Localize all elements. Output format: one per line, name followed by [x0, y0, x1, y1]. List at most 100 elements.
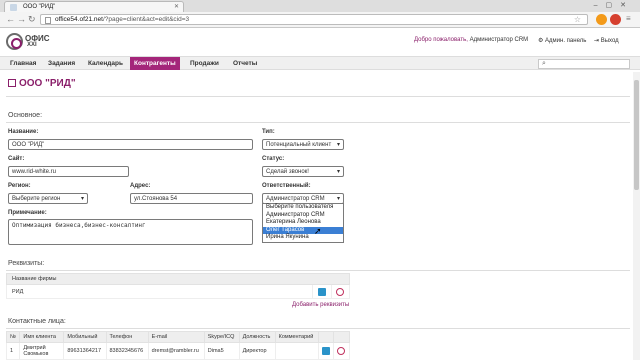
column-header: Skype/ICQ [203, 331, 240, 343]
url-domain: office54.of21.net [55, 16, 103, 23]
chevron-down-icon: ▾ [336, 196, 340, 202]
table-header-row: № Имя клиента Мобильный Телефон E-mail S… [5, 331, 350, 343]
column-header: Комментарий [274, 331, 319, 343]
address-label: Адрес: [130, 183, 151, 189]
status-select[interactable]: Сделай звонок! ▾ [262, 166, 344, 177]
menu-item-tasks[interactable]: Задания [44, 57, 79, 70]
main-menu: Главная Задания Календарь Контрагенты Пр… [0, 56, 640, 70]
contacts-table: № Имя клиента Мобильный Телефон E-mail S… [5, 331, 350, 360]
extension-icon[interactable] [596, 14, 607, 25]
search-icon: ⌕ [542, 60, 546, 67]
section-requisites: Реквизиты: [8, 260, 45, 267]
region-label: Регион: [8, 183, 31, 189]
table-cell: Директор [238, 342, 276, 360]
close-tab-icon[interactable]: ✕ [174, 3, 179, 10]
welcome-text: Добро пожаловать, Администратор CRM [414, 37, 528, 43]
browser-tab[interactable]: ООО "РИД" ✕ [4, 1, 184, 12]
name-input[interactable]: ООО "РИД" [8, 139, 253, 150]
table-row: РИД [5, 284, 351, 299]
browser-tabbar: ООО "РИД" ✕ –▢✕ [0, 0, 640, 12]
reload-icon[interactable]: ↻ [28, 14, 36, 25]
table-cell: 1 [5, 342, 21, 360]
dropdown-option-highlighted[interactable]: Олег Тарасов [263, 226, 343, 234]
type-label: Тип: [262, 129, 275, 135]
logout-label: Выход [600, 38, 619, 44]
menu-item-sales[interactable]: Продажи [186, 57, 223, 70]
dropdown-option[interactable]: Выберите пользователя [263, 204, 343, 212]
menu-item-home[interactable]: Главная [6, 57, 40, 70]
table-cell: 89631364217 [63, 342, 107, 360]
table-cell: 83832345676 [105, 342, 149, 360]
logout-link[interactable]: ⇥ Выход [594, 37, 619, 44]
bookmark-star-icon[interactable]: ☆ [574, 15, 581, 24]
column-header: № [5, 331, 21, 343]
current-user[interactable]: Администратор CRM [470, 37, 529, 43]
status-value: Сделай звонок! [266, 169, 309, 175]
delete-icon[interactable] [336, 287, 345, 296]
address-input[interactable]: ул.Стоянова 54 [130, 193, 253, 204]
welcome-label: Добро пожаловать, [414, 37, 468, 43]
extension-icon[interactable] [610, 14, 621, 25]
requisites-header: Название фирмы [6, 273, 350, 285]
note-label: Примечание: [8, 210, 47, 216]
chevron-down-icon: ▾ [336, 169, 340, 175]
search-input[interactable]: ⌕ [538, 59, 630, 69]
page-scrollbar[interactable] [633, 72, 640, 360]
menu-item-reports[interactable]: Отчеты [229, 57, 261, 70]
dropdown-option[interactable]: Екатерина Леонова [263, 219, 343, 227]
requisites-cell: РИД [5, 284, 314, 299]
tab-title: ООО "РИД" [23, 4, 56, 10]
region-select[interactable]: Выберите регион ▾ [8, 193, 88, 204]
table-cell [274, 342, 319, 360]
delete-icon[interactable] [337, 347, 346, 355]
divider [6, 122, 630, 123]
add-requisites-link[interactable]: Добавить реквизиты [292, 302, 349, 308]
site-input[interactable]: www.rid-white.ru [8, 166, 129, 177]
name-label: Название: [8, 129, 39, 135]
company-icon [8, 79, 16, 87]
favicon-icon [10, 4, 17, 11]
admin-panel-link[interactable]: ⚙ Админ. панель [538, 37, 586, 44]
responsible-label: Ответственный: [262, 183, 311, 189]
divider [6, 96, 630, 97]
logo[interactable]: ОФИС XXI [6, 33, 50, 51]
logo-subtext: XXI [27, 42, 37, 48]
mouse-cursor-icon: ➚ [314, 226, 322, 236]
column-header: Должность [238, 331, 276, 343]
divider [6, 270, 630, 271]
window-controls[interactable]: –▢✕ [594, 1, 634, 9]
scrollbar-thumb[interactable] [634, 80, 639, 190]
responsible-value: Администратор CRM [266, 196, 325, 202]
menu-item-calendar[interactable]: Календарь [84, 57, 127, 70]
responsible-dropdown-list: Выберите пользователя Администратор CRM … [262, 203, 344, 243]
dropdown-option[interactable]: Администратор CRM [263, 212, 343, 220]
back-icon[interactable]: ← [6, 14, 15, 24]
edit-icon[interactable] [321, 347, 330, 355]
type-value: Потенциальный клиент [266, 142, 332, 148]
page-title: ООО "РИД" [8, 78, 76, 89]
chevron-down-icon: ▾ [336, 142, 340, 148]
site-label: Сайт: [8, 156, 25, 162]
table-row: 1 Дмитрий Свомьков 89631364217 838323456… [5, 342, 350, 360]
url-field[interactable]: office54.of21.net/?page=client&act=edit&… [40, 14, 588, 25]
url-path: /?page=client&act=edit&cid=3 [102, 16, 190, 23]
section-contacts: Контактные лица: [8, 318, 66, 325]
region-value: Выберите регион [12, 196, 61, 202]
edit-icon[interactable] [317, 287, 326, 296]
column-header: Телефон [105, 331, 149, 343]
divider [6, 328, 630, 329]
page-icon [45, 17, 51, 24]
menu-icon[interactable]: ≡ [626, 14, 631, 23]
menu-item-contractors[interactable]: Контрагенты [130, 57, 180, 70]
chevron-down-icon: ▾ [80, 196, 84, 202]
address-bar: ← → ↻ office54.of21.net/?page=client&act… [0, 12, 640, 28]
forward-icon[interactable]: → [17, 14, 26, 24]
type-select[interactable]: Потенциальный клиент ▾ [262, 139, 344, 150]
dropdown-option[interactable]: Ирина Якунина [263, 234, 343, 242]
table-cell: dremst@rambler.ru [147, 342, 205, 360]
column-header: Мобильный [63, 331, 107, 343]
status-label: Статус: [262, 156, 285, 162]
column-header: E-mail [147, 331, 205, 343]
note-textarea[interactable]: Оптимизация бизнеса,бизнес-консалтинг [8, 219, 253, 245]
site-header: ОФИС XXI Добро пожаловать, Администратор… [0, 29, 640, 55]
